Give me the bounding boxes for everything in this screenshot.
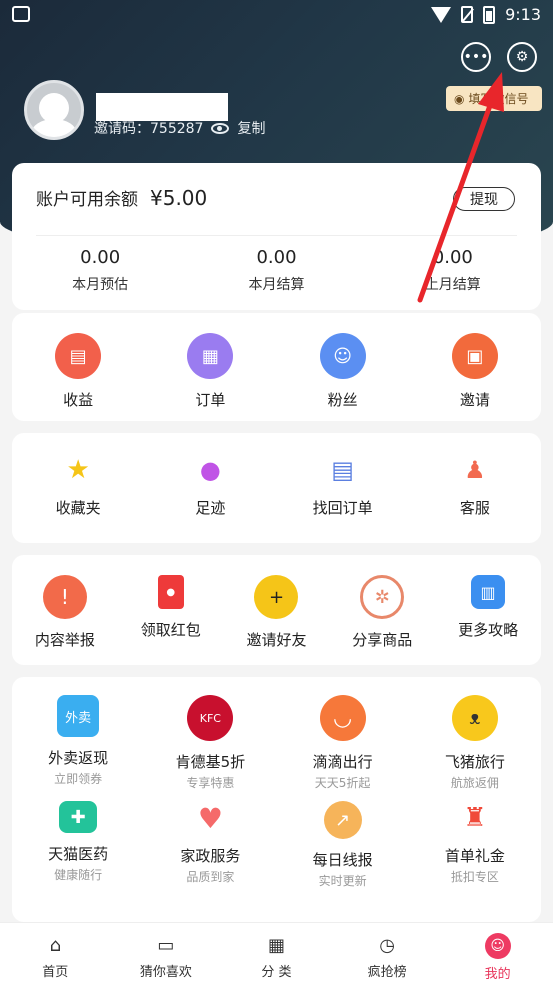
share-aperture-icon: ✲ xyxy=(360,575,405,619)
red-envelope-icon: ● xyxy=(157,575,184,609)
tool-share-product[interactable]: ✲ 分享商品 xyxy=(329,575,435,650)
promo-tmall-medical[interactable]: ✚ 天猫医药 健康随行 xyxy=(12,801,144,889)
username-redacted xyxy=(96,93,228,121)
fans-icon: ☺ xyxy=(319,333,366,379)
book-icon: ▥ xyxy=(471,575,506,609)
promo-kfc[interactable]: KFC 肯德基5折 专享特惠 xyxy=(144,695,276,791)
tab-guess-you-like[interactable]: ▭ 猜你喜欢 xyxy=(111,923,222,983)
balance-value: ¥5.00 xyxy=(150,186,208,210)
no-sim-icon xyxy=(461,6,474,23)
stat-this-month-settled[interactable]: 0.00 本月结算 xyxy=(188,247,364,294)
tool-red-envelope[interactable]: ● 领取红包 xyxy=(118,575,224,650)
promo-takeout[interactable]: 外卖 外卖返现 立即领券 xyxy=(12,695,144,791)
tool-favorites[interactable]: ★ 收藏夹 xyxy=(12,453,144,518)
tool-recover-order[interactable]: ▤ 找回订单 xyxy=(277,453,409,518)
copy-button[interactable]: 复制 xyxy=(237,118,265,138)
wechat-badge-label: 填写微信号 xyxy=(468,92,529,106)
tools2-card: ! 内容举报 ● 领取红包 + 邀请好友 ✲ 分享商品 ▥ 更多攻略 xyxy=(12,555,541,665)
promo-fliggy[interactable]: ᴥ 飞猪旅行 航旅返佣 xyxy=(409,695,541,791)
gift-icon: ▣ xyxy=(451,333,498,379)
wifi-icon xyxy=(431,6,452,23)
fliggy-icon: ᴥ xyxy=(451,695,498,741)
divider xyxy=(36,235,517,236)
menu-orders[interactable]: ▦ 订单 xyxy=(144,333,276,410)
menu-fans[interactable]: ☺ 粉丝 xyxy=(277,333,409,410)
like-icon: ▭ xyxy=(157,934,175,956)
stat-last-month-settled[interactable]: 0.00 上月结算 xyxy=(365,247,541,294)
kfc-icon: KFC xyxy=(187,695,234,741)
footprint-icon: ● xyxy=(199,456,221,484)
add-friend-icon: + xyxy=(254,575,299,619)
tab-category[interactable]: ▦ 分 类 xyxy=(221,923,332,983)
menu-income[interactable]: ▤ 收益 xyxy=(12,333,144,410)
daily-report-icon: ↗ xyxy=(323,801,362,839)
category-icon: ▦ xyxy=(267,934,285,956)
tools-card: ★ 收藏夹 ● 足迹 ▤ 找回订单 ♟ 客服 xyxy=(12,433,541,543)
status-bar: 9:13 xyxy=(0,0,553,32)
bottom-tab-bar: ⌂ 首页 ▭ 猜你喜欢 ▦ 分 类 ◷ 疯抢榜 ☺ 我的 xyxy=(0,922,553,983)
tool-customer-service[interactable]: ♟ 客服 xyxy=(409,453,541,518)
income-icon: ▤ xyxy=(55,333,102,379)
promo-first-order-gift[interactable]: ♜ 首单礼金 抵扣专区 xyxy=(409,801,541,889)
document-icon: ▤ xyxy=(331,456,354,484)
service-icon: ♟ xyxy=(464,456,486,484)
wechat-badge[interactable]: ◉ 填写微信号 xyxy=(446,86,542,111)
promo-didi[interactable]: ◡ 滴滴出行 天天5折起 xyxy=(277,695,409,791)
notification-icon xyxy=(12,6,30,22)
stat-this-month-estimate[interactable]: 0.00 本月预估 xyxy=(12,247,188,294)
didi-icon: ◡ xyxy=(319,695,366,741)
takeout-icon: 外卖 xyxy=(57,695,100,737)
tab-hot-ranking[interactable]: ◷ 疯抢榜 xyxy=(332,923,443,983)
status-time: 9:13 xyxy=(505,5,541,24)
tool-invite-friends[interactable]: + 邀请好友 xyxy=(224,575,330,650)
tab-profile[interactable]: ☺ 我的 xyxy=(442,923,553,983)
warning-icon: ! xyxy=(42,575,87,619)
promo-daily-report[interactable]: ↗ 每日线报 实时更新 xyxy=(277,801,409,889)
order-icon: ▦ xyxy=(187,333,234,379)
message-icon[interactable]: ••• xyxy=(461,42,491,72)
battery-icon xyxy=(483,5,496,24)
avatar[interactable] xyxy=(24,80,84,140)
main-menu-card: ▤ 收益 ▦ 订单 ☺ 粉丝 ▣ 邀请 xyxy=(12,313,541,421)
tool-footprints[interactable]: ● 足迹 xyxy=(144,453,276,518)
tab-home[interactable]: ⌂ 首页 xyxy=(0,923,111,983)
promo-card: 外卖 外卖返现 立即领券 KFC 肯德基5折 专享特惠 ◡ 滴滴出行 天天5折起… xyxy=(12,677,541,922)
home-icon: ⌂ xyxy=(49,934,62,956)
balance-label: 账户可用余额 xyxy=(36,190,138,210)
tool-more-guides[interactable]: ▥ 更多攻略 xyxy=(435,575,541,650)
balance-card: 账户可用余额 ¥5.00 提现 0.00 本月预估 0.00 本月结算 0.00… xyxy=(12,163,541,310)
profile-icon: ☺ xyxy=(484,933,511,959)
money-bag-icon: ♜ xyxy=(463,803,487,833)
withdraw-button[interactable]: 提现 xyxy=(453,187,515,211)
settings-gear-icon[interactable]: ⚙ xyxy=(507,42,537,72)
promo-housekeeping[interactable]: ♥ 家政服务 品质到家 xyxy=(144,801,276,889)
clock-icon: ◷ xyxy=(379,934,395,956)
tool-report-content[interactable]: ! 内容举报 xyxy=(12,575,118,650)
housekeeping-icon: ♥ xyxy=(197,801,223,835)
star-icon: ★ xyxy=(66,455,90,485)
eye-icon[interactable] xyxy=(211,122,230,134)
menu-invite[interactable]: ▣ 邀请 xyxy=(409,333,541,410)
wechat-icon: ◉ xyxy=(454,91,465,106)
medical-icon: ✚ xyxy=(59,801,98,833)
invite-code: 邀请码：755287 xyxy=(94,121,204,137)
